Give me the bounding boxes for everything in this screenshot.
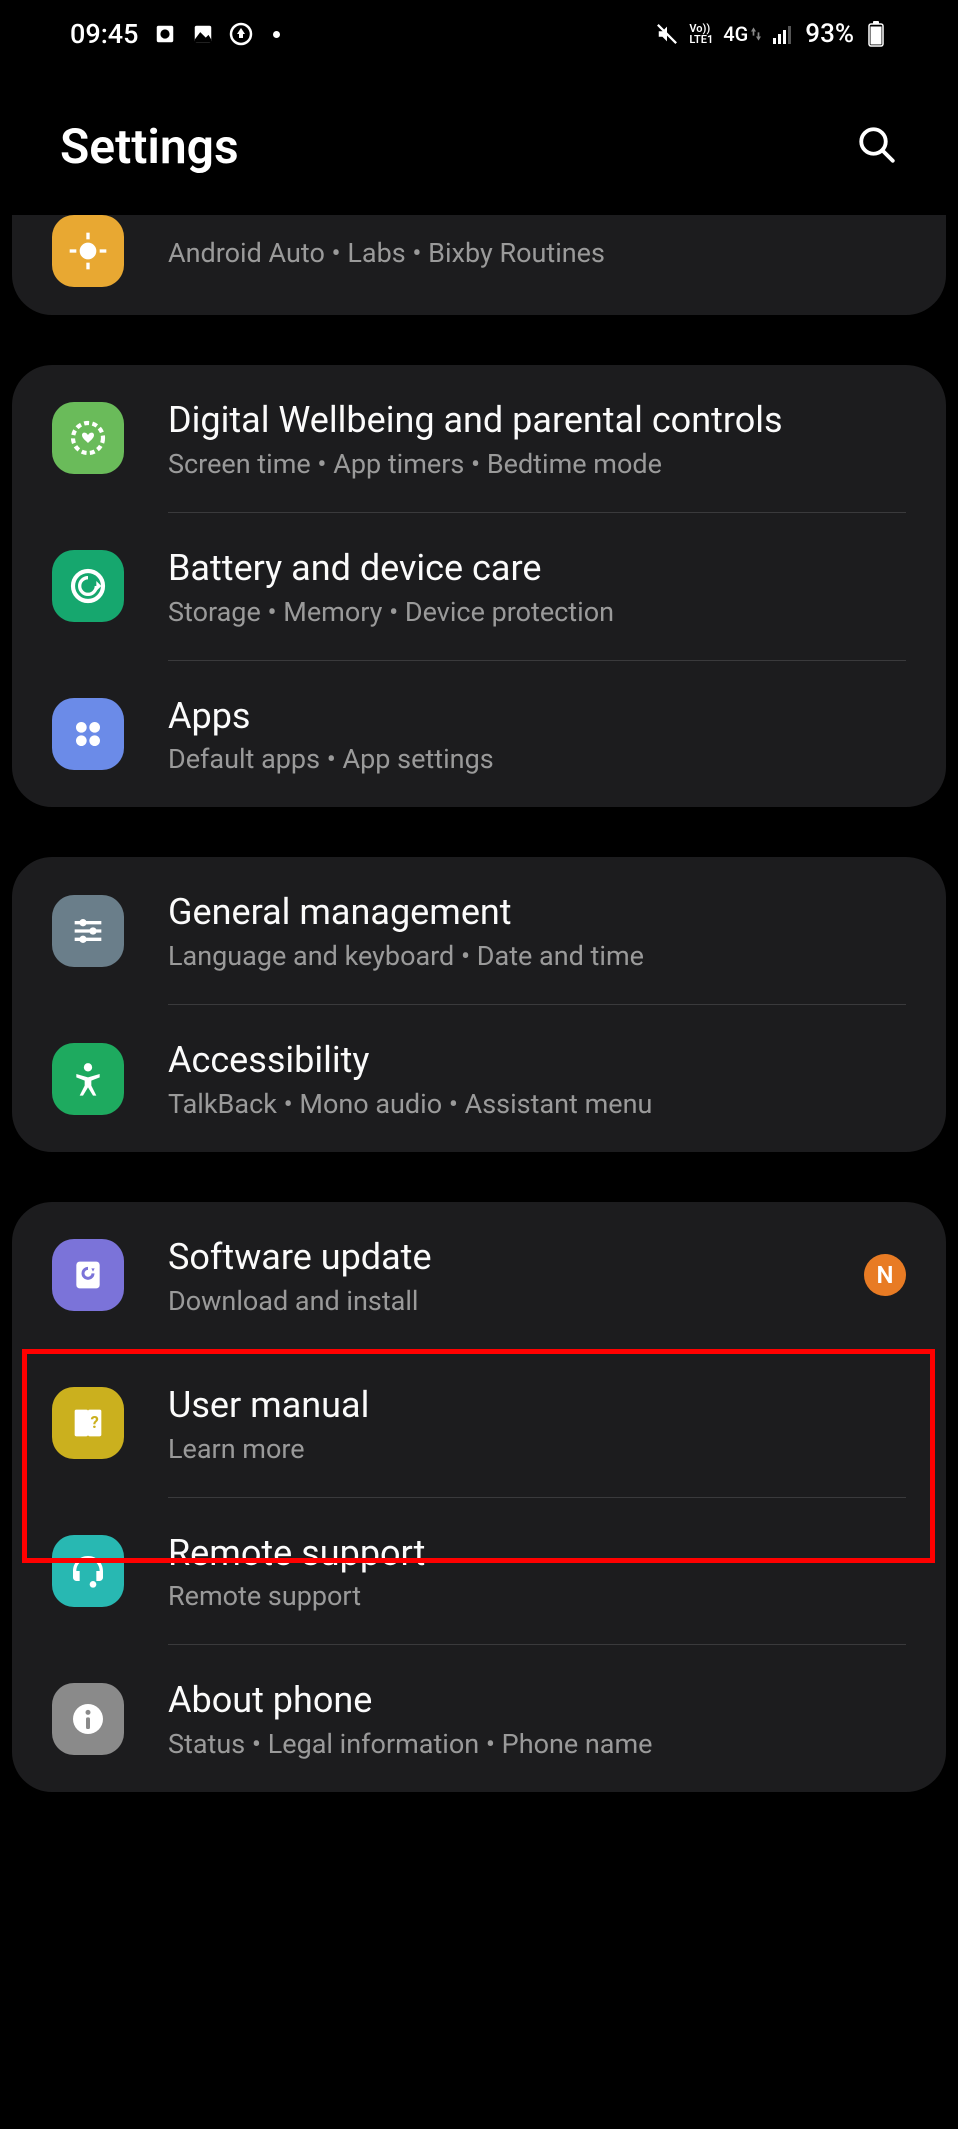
search-button[interactable] (856, 124, 898, 170)
settings-item-subtitle: Android Auto • Labs • Bixby Routines (168, 237, 906, 269)
app-update-icon (229, 22, 253, 46)
settings-item-title: General management (168, 889, 906, 936)
software-update-icon (52, 1239, 124, 1311)
more-notifications-dot (273, 31, 280, 38)
settings-item-battery-care[interactable]: Battery and device care Storage • Memory… (12, 513, 946, 660)
settings-item-apps[interactable]: Apps Default apps • App settings (12, 661, 946, 808)
battery-icon (864, 22, 888, 46)
settings-item-title: Accessibility (168, 1037, 906, 1084)
settings-group: Software update Download and install N ?… (12, 1202, 946, 1792)
notification-badge: N (864, 1254, 906, 1296)
settings-item-title: Software update (168, 1234, 864, 1281)
battery-percent: 93% (805, 19, 854, 49)
settings-item-subtitle: Screen time • App timers • Bedtime mode (168, 448, 906, 480)
settings-item-subtitle: Remote support (168, 1580, 906, 1612)
settings-list: Android Auto • Labs • Bixby Routines Dig… (0, 215, 958, 1792)
settings-item-title: Battery and device care (168, 545, 906, 592)
battery-care-icon (52, 550, 124, 622)
status-bar: 09:45 Vo)) LTE1 4G 93% (0, 0, 958, 68)
settings-item-accessibility[interactable]: Accessibility TalkBack • Mono audio • As… (12, 1005, 946, 1152)
gallery-icon (191, 22, 215, 46)
apps-icon (52, 698, 124, 770)
settings-item-about-phone[interactable]: About phone Status • Legal information •… (12, 1645, 946, 1792)
status-right: Vo)) LTE1 4G 93% (655, 19, 888, 49)
header: Settings (0, 68, 958, 215)
settings-group: Digital Wellbeing and parental controls … (12, 365, 946, 807)
svg-text:?: ? (91, 1414, 99, 1433)
mute-icon (655, 22, 679, 46)
settings-item-subtitle: Status • Legal information • Phone name (168, 1728, 906, 1760)
settings-item-title: User manual (168, 1382, 906, 1429)
settings-item-advanced-features[interactable]: Android Auto • Labs • Bixby Routines (12, 215, 946, 315)
settings-item-subtitle: Download and install (168, 1285, 864, 1317)
settings-item-software-update[interactable]: Software update Download and install N (12, 1202, 946, 1349)
wellbeing-icon (52, 402, 124, 474)
settings-item-subtitle: Storage • Memory • Device protection (168, 596, 906, 628)
settings-item-general-management[interactable]: General management Language and keyboard… (12, 857, 946, 1004)
about-phone-icon (52, 1683, 124, 1755)
settings-item-subtitle: Default apps • App settings (168, 743, 906, 775)
signal-icon (771, 22, 795, 46)
general-management-icon (52, 895, 124, 967)
status-time: 09:45 (70, 18, 139, 50)
user-manual-icon: ? (52, 1387, 124, 1459)
settings-item-subtitle: Learn more (168, 1433, 906, 1465)
accessibility-icon (52, 1043, 124, 1115)
settings-group: Android Auto • Labs • Bixby Routines (12, 215, 946, 315)
remote-support-icon (52, 1535, 124, 1607)
settings-item-digital-wellbeing[interactable]: Digital Wellbeing and parental controls … (12, 365, 946, 512)
advanced-features-icon (52, 215, 124, 287)
page-title: Settings (60, 118, 239, 175)
network-type: 4G (723, 22, 761, 46)
settings-item-user-manual[interactable]: ? User manual Learn more (12, 1350, 946, 1497)
settings-group: General management Language and keyboard… (12, 857, 946, 1152)
search-icon (856, 124, 898, 166)
settings-item-title: Remote support (168, 1530, 906, 1577)
notification-icon-1 (153, 22, 177, 46)
settings-item-title: About phone (168, 1677, 906, 1724)
settings-item-title: Digital Wellbeing and parental controls (168, 397, 906, 444)
settings-item-subtitle: Language and keyboard • Date and time (168, 940, 906, 972)
settings-item-subtitle: TalkBack • Mono audio • Assistant menu (168, 1088, 906, 1120)
volte-indicator: Vo)) LTE1 (689, 23, 713, 45)
settings-item-title: Apps (168, 693, 906, 740)
status-left: 09:45 (70, 18, 280, 50)
settings-item-remote-support[interactable]: Remote support Remote support (12, 1498, 946, 1645)
